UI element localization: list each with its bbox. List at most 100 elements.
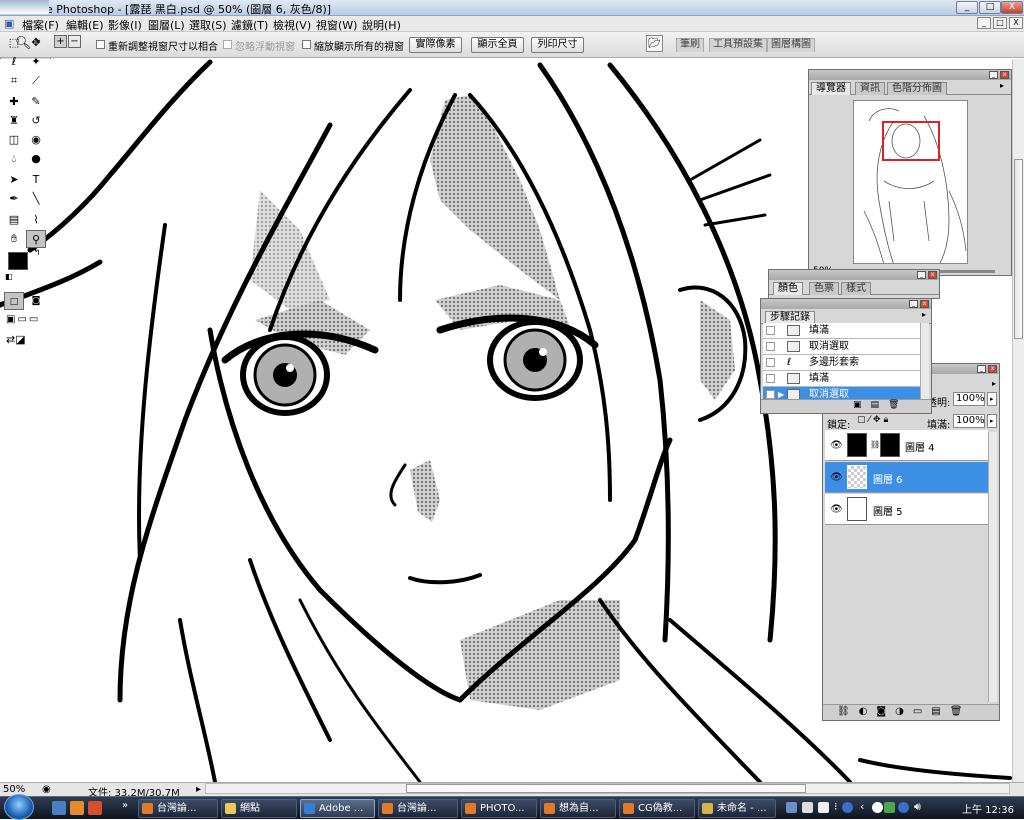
default-colors-icon[interactable]: ◧: [5, 272, 13, 281]
ignore-palettes-checkbox[interactable]: [223, 40, 232, 49]
layer-row[interactable]: 👁︎ 圖層 5: [825, 494, 988, 525]
navigator-preview[interactable]: [853, 100, 968, 264]
brushes-well[interactable]: 筆刷: [676, 38, 704, 52]
tray-more-icon[interactable]: ⁝: [834, 800, 838, 813]
zoom-in-icon[interactable]: +: [54, 35, 67, 48]
vertical-scrollbar[interactable]: [1012, 59, 1024, 782]
layer-action-icons[interactable]: ⛓◐◙◑▭▤🗑︎: [837, 706, 971, 717]
magic-wand-icon[interactable]: ✦: [26, 53, 46, 71]
volume-icon[interactable]: 🔊︎: [914, 800, 921, 814]
maximize-button[interactable]: □: [979, 1, 1001, 14]
history-scrollbar[interactable]: [920, 323, 929, 401]
navigator-view-box[interactable]: [882, 121, 940, 161]
history-item[interactable]: 填滿: [763, 371, 921, 387]
lasso-tool-icon[interactable]: ℓ: [4, 53, 24, 71]
color-close-button[interactable]: x: [928, 271, 937, 279]
menu-layer[interactable]: 圖層(L): [148, 17, 185, 33]
navigator-menu-icon[interactable]: ▸: [997, 82, 1007, 91]
doc-close-button[interactable]: X: [1009, 17, 1023, 29]
slice-tool-icon[interactable]: ⟋: [26, 72, 46, 90]
task-button[interactable]: 網點: [221, 799, 297, 818]
fit-on-screen-button[interactable]: 顯示全頁: [471, 37, 524, 53]
menu-window[interactable]: 視窗(W): [316, 17, 357, 33]
tray-clock-icon[interactable]: [872, 802, 883, 813]
layers-minimize-button[interactable]: _: [977, 365, 986, 373]
history-action-icons[interactable]: ▣▤🗑︎: [853, 400, 908, 410]
status-icon[interactable]: ◉: [42, 784, 51, 795]
dodge-tool-icon[interactable]: ●: [26, 150, 46, 168]
doc-minimize-button[interactable]: _: [977, 17, 991, 29]
history-brush-icon[interactable]: ↺: [26, 112, 46, 130]
healing-brush-icon[interactable]: ✚: [4, 93, 24, 111]
clock[interactable]: 上午 12:36: [962, 801, 1014, 816]
task-button[interactable]: 未命名 - ...: [698, 799, 776, 818]
fill-field[interactable]: 100%: [953, 414, 985, 428]
menu-view[interactable]: 檢視(V): [273, 17, 311, 33]
firefox-icon[interactable]: [88, 801, 102, 815]
task-button-active[interactable]: Adobe ...: [300, 799, 375, 818]
file-browser-icon[interactable]: 📂︎: [646, 35, 663, 52]
eye-icon[interactable]: 👁︎: [830, 472, 843, 483]
minimize-button[interactable]: _: [956, 1, 978, 14]
type-tool-icon[interactable]: T: [26, 171, 46, 189]
menu-file[interactable]: 檔案(F): [22, 17, 59, 33]
history-panel-titlebar[interactable]: _ x: [761, 299, 931, 309]
browser-icon[interactable]: [70, 801, 84, 815]
menu-select[interactable]: 選取(S): [189, 17, 227, 33]
menu-edit[interactable]: 編輯(E): [66, 17, 104, 33]
menu-filter[interactable]: 濾鏡(T): [231, 17, 268, 33]
history-item[interactable]: 填滿: [763, 323, 921, 339]
zoom-tool-icon[interactable]: ⚲: [26, 230, 46, 248]
screen-mode-icons[interactable]: ▣▭▭: [6, 314, 40, 325]
status-menu-arrow-icon[interactable]: ▸: [196, 784, 201, 795]
navigator-minimize-button[interactable]: _: [989, 71, 998, 79]
doc-restore-button[interactable]: □: [993, 17, 1007, 29]
eye-icon[interactable]: 👁︎: [830, 440, 843, 451]
layers-close-button[interactable]: x: [988, 365, 997, 373]
quicklaunch-more-icon[interactable]: »: [122, 800, 128, 811]
toolbox-header[interactable]: [0, 0, 49, 14]
tray-window-icon[interactable]: [818, 802, 829, 813]
task-button[interactable]: 台灣論...: [378, 799, 458, 818]
start-button[interactable]: [4, 794, 34, 820]
tab-navigator[interactable]: 導覽器: [811, 82, 851, 95]
task-button[interactable]: 台灣論...: [138, 799, 218, 818]
history-source-checkbox[interactable]: [766, 326, 775, 335]
task-button[interactable]: 想為自...: [540, 799, 616, 818]
menu-help[interactable]: 說明(H): [362, 17, 401, 33]
marquee-tool-icon[interactable]: ⬚: [4, 34, 24, 52]
network-icon[interactable]: [884, 802, 895, 813]
lock-icons[interactable]: ▢⁄✥🔒︎: [857, 415, 891, 425]
history-menu-icon[interactable]: ▸: [919, 311, 929, 320]
clone-stamp-icon[interactable]: ♜: [4, 112, 24, 130]
print-size-button[interactable]: 列印尺寸: [531, 37, 584, 53]
eyedropper-icon[interactable]: ⌇: [26, 211, 46, 229]
help-icon[interactable]: [842, 802, 853, 813]
brush-tool-icon[interactable]: ✎: [26, 93, 46, 111]
horizontal-scrollbar[interactable]: [205, 783, 1010, 794]
layer-comps-well[interactable]: 圖層構圖: [767, 38, 815, 52]
history-source-checkbox[interactable]: [766, 390, 775, 399]
tab-color[interactable]: 顏色: [773, 282, 803, 295]
history-source-checkbox[interactable]: [766, 374, 775, 383]
history-minimize-button[interactable]: _: [909, 300, 918, 308]
layer-mask-thumbnail[interactable]: [880, 433, 900, 457]
eraser-icon[interactable]: ◫: [4, 131, 24, 149]
history-item[interactable]: ℓ 多邊形套索: [763, 355, 921, 371]
tab-histogram[interactable]: 色階分佈圖: [887, 82, 947, 95]
close-button[interactable]: X: [1001, 1, 1023, 14]
blur-tool-icon[interactable]: 💧︎: [4, 150, 24, 168]
resize-windows-checkbox[interactable]: [96, 40, 105, 49]
tray-globe-icon[interactable]: [898, 802, 909, 813]
color-minimize-button[interactable]: _: [917, 271, 926, 279]
standard-mode-icon[interactable]: □: [4, 292, 24, 310]
tray-doc-icon[interactable]: [802, 802, 813, 813]
tab-swatches[interactable]: 色票: [809, 282, 839, 295]
layers-menu-icon[interactable]: ▸: [989, 380, 999, 389]
hand-tool-icon[interactable]: ✋︎: [4, 230, 24, 248]
path-select-icon[interactable]: ➤: [4, 171, 24, 189]
navigator-panel-titlebar[interactable]: _ x: [809, 70, 1011, 80]
opacity-field[interactable]: 100%: [953, 392, 985, 406]
crop-tool-icon[interactable]: ⌗: [4, 72, 24, 90]
task-button[interactable]: CG偽教...: [619, 799, 695, 818]
